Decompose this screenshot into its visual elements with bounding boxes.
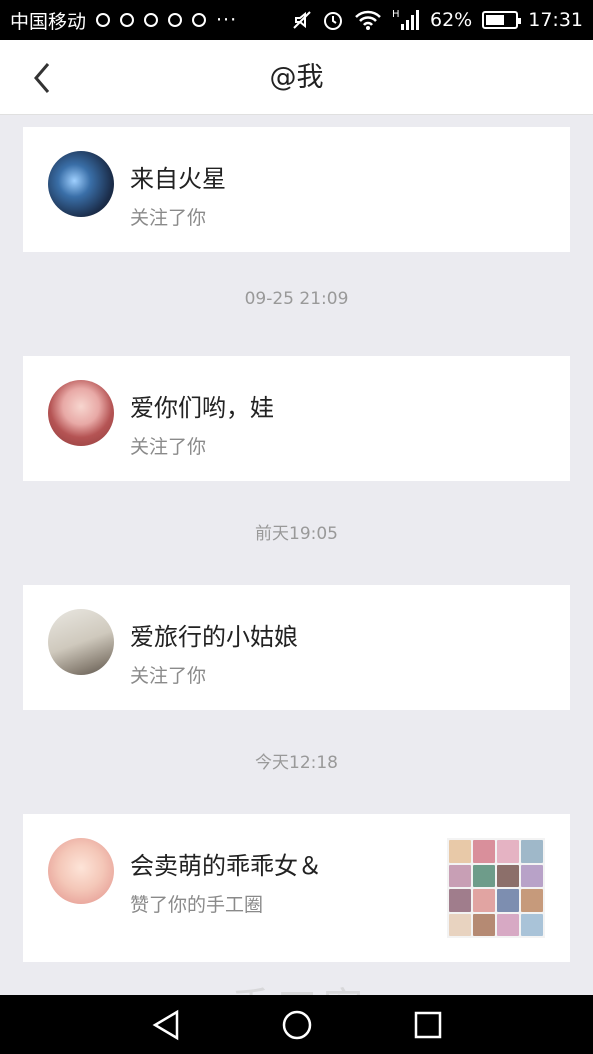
notification-icon [120, 13, 135, 27]
more-notifications-icon: ··· [216, 9, 238, 31]
action-text: 关注了你 [130, 436, 207, 458]
action-text: 关注了你 [130, 207, 207, 229]
notification-icon [168, 13, 183, 27]
alarm-icon [324, 12, 342, 30]
timestamp: 前天19:05 [255, 524, 338, 544]
page-title: @我 [269, 62, 324, 93]
list-item[interactable]: 爱你们哟，娃 关注了你 [23, 356, 570, 481]
battery-percent: 62% [430, 9, 473, 31]
avatar[interactable] [48, 838, 114, 904]
circle-home-icon [282, 1010, 311, 1039]
avatar[interactable] [48, 609, 114, 675]
user-name[interactable]: 爱旅行的小姑娘 [130, 617, 298, 652]
post-thumbnail[interactable] [447, 838, 545, 938]
user-name[interactable]: 爱你们哟，娃 [130, 388, 274, 423]
signal-icon: H [392, 9, 419, 30]
wifi-icon [355, 10, 381, 30]
list-item[interactable]: 来自火星 关注了你 [23, 127, 570, 252]
timestamp: 09-25 21:09 [244, 289, 349, 309]
triangle-back-icon [152, 1009, 178, 1040]
list-item[interactable]: 爱旅行的小姑娘 关注了你 [23, 585, 570, 710]
header: @我 [0, 40, 593, 115]
system-nav-bar [0, 995, 593, 1054]
avatar[interactable] [48, 151, 114, 217]
action-text: 赞了你的手工圈 [130, 894, 264, 916]
status-bar: 中国移动 ··· H 62% 17:31 [0, 0, 593, 40]
list-item[interactable]: 会卖萌的乖乖女＆ 赞了你的手工圈 [23, 814, 570, 962]
carrier-label: 中国移动 [10, 10, 87, 33]
nav-recents-button[interactable] [403, 1000, 453, 1050]
clock: 17:31 [528, 9, 583, 31]
avatar[interactable] [48, 380, 114, 446]
user-name[interactable]: 来自火星 [130, 159, 226, 194]
svg-text:H: H [392, 9, 400, 20]
chevron-left-icon [34, 63, 50, 93]
notification-list: 来自火星 关注了你 09-25 21:09 爱你们哟，娃 关注了你 前天19:0… [0, 115, 593, 995]
nav-back-button[interactable] [141, 1000, 191, 1050]
back-button[interactable] [22, 58, 62, 98]
timestamp: 今天12:18 [255, 753, 338, 773]
notification-icon [96, 13, 111, 27]
nav-home-button[interactable] [272, 1000, 322, 1050]
battery-icon [482, 11, 522, 29]
mute-icon [293, 11, 311, 29]
user-name[interactable]: 会卖萌的乖乖女＆ [130, 846, 322, 881]
notification-icon [192, 13, 207, 27]
action-text: 关注了你 [130, 665, 207, 687]
notification-icon [144, 13, 159, 27]
square-recents-icon [414, 1011, 441, 1038]
